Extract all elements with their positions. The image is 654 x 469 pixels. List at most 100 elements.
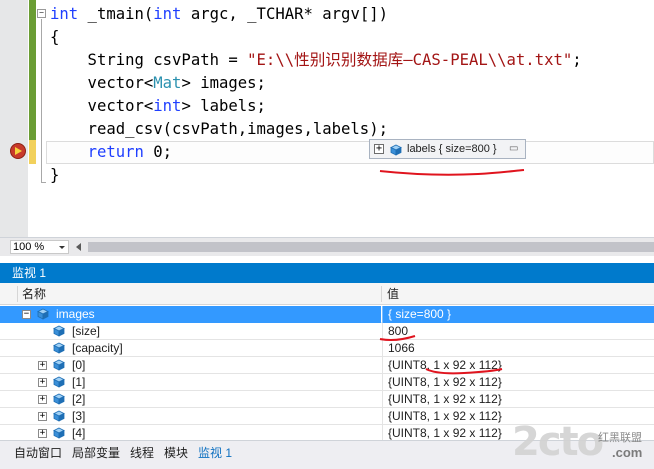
- watch-name-cell[interactable]: [size]: [0, 323, 381, 340]
- watch-name-cell[interactable]: + [2]: [0, 391, 381, 408]
- site-watermark: 2cto 红黑联盟 .com: [512, 419, 654, 469]
- editor-status-row: 100 %: [0, 237, 654, 256]
- watch-row[interactable]: [size] 800: [0, 323, 654, 340]
- pin-icon[interactable]: ▭: [509, 140, 518, 158]
- column-separator[interactable]: [381, 286, 382, 302]
- watch-row[interactable]: + [0] {UINT8, 1 x 92 x 112}: [0, 357, 654, 374]
- watch-column-headers: 名称 值: [0, 283, 654, 305]
- variable-cube-icon: [53, 427, 65, 440]
- watermark-com: .com: [612, 445, 643, 460]
- code-token: String csvPath =: [50, 51, 248, 69]
- code-line-ret[interactable]: return 0;: [50, 141, 173, 164]
- breakpoint-gutter[interactable]: [0, 0, 28, 237]
- watch-value-cell[interactable]: 800: [382, 323, 654, 340]
- expand-plus-icon[interactable]: +: [38, 378, 47, 387]
- horizontal-scrollbar[interactable]: [74, 240, 654, 254]
- expand-plus-icon[interactable]: +: [38, 361, 47, 370]
- code-token: int: [50, 5, 79, 23]
- outline-guide-end: [41, 182, 46, 183]
- watch-row[interactable]: [capacity] 1066: [0, 340, 654, 357]
- code-token: }: [50, 166, 60, 184]
- datatip[interactable]: + labels { size=800 } ▭: [369, 139, 526, 159]
- visual-studio-debug-window: − int _tmain(int argc, _TCHAR* argv[]) { …: [0, 0, 654, 469]
- watermark-sub: 红黑联盟: [598, 432, 642, 444]
- scrollbar-thumb[interactable]: [88, 242, 654, 252]
- code-token: return: [87, 143, 144, 161]
- code-token: 0;: [143, 143, 173, 161]
- red-annotation-underline: [379, 169, 525, 176]
- collapse-toggle[interactable]: −: [37, 9, 46, 18]
- tab-0[interactable]: 自动窗口: [12, 444, 64, 462]
- watch-value-cell[interactable]: {UINT8, 1 x 92 x 112}: [382, 391, 654, 408]
- watch-name-cell[interactable]: [capacity]: [0, 340, 381, 357]
- watch-value-cell[interactable]: { size=800 }: [382, 306, 654, 323]
- red-annotation-size: [379, 335, 416, 341]
- datatip-expand-button[interactable]: +: [374, 144, 384, 154]
- watch-variable-name: [4]: [72, 426, 86, 440]
- watch-variable-name: [2]: [72, 392, 86, 406]
- code-line-open[interactable]: {: [50, 26, 59, 49]
- code-token: int: [153, 97, 182, 115]
- watch-panel-title[interactable]: 监视 1: [0, 263, 654, 283]
- tab-1[interactable]: 局部变量: [70, 444, 122, 462]
- zoom-value: 100 %: [13, 241, 45, 253]
- watch-name-cell[interactable]: + [0]: [0, 357, 381, 374]
- tab-2[interactable]: 线程: [128, 444, 156, 462]
- code-line-sig[interactable]: int _tmain(int argc, _TCHAR* argv[]): [50, 3, 388, 26]
- watch-variable-name: [0]: [72, 358, 86, 372]
- code-line-csv[interactable]: String csvPath = "E:\\性别识别数据库—CAS-PEAL\\…: [50, 49, 582, 72]
- watch-value-cell[interactable]: 1066: [382, 340, 654, 357]
- code-line-read[interactable]: read_csv(csvPath,images,labels);: [50, 118, 388, 141]
- watch-variable-name: [1]: [72, 375, 86, 389]
- expand-plus-icon[interactable]: +: [38, 429, 47, 438]
- outline-guide: [41, 19, 42, 183]
- watch-variable-name: images: [56, 307, 95, 321]
- watch-value-cell[interactable]: {UINT8, 1 x 92 x 112}: [382, 374, 654, 391]
- red-annotation-dimensions: [425, 368, 503, 375]
- watch-row[interactable]: + [2] {UINT8, 1 x 92 x 112}: [0, 391, 654, 408]
- code-token: int: [153, 5, 182, 23]
- scroll-left-icon[interactable]: [76, 243, 81, 251]
- change-tracking-bar-unsaved: [29, 140, 36, 164]
- watch-value-cell[interactable]: {UINT8, 1 x 92 x 112}: [382, 357, 654, 374]
- watch-row[interactable]: − images { size=800 }: [0, 306, 654, 323]
- zoom-dropdown[interactable]: 100 %: [10, 240, 69, 254]
- datatip-text: labels { size=800 }: [407, 143, 497, 155]
- code-token: _tmain(: [78, 5, 154, 23]
- tab-3[interactable]: 模块: [162, 444, 190, 462]
- watch-row[interactable]: + [1] {UINT8, 1 x 92 x 112}: [0, 374, 654, 391]
- expand-plus-icon[interactable]: +: [38, 395, 47, 404]
- collapse-minus-icon[interactable]: −: [22, 310, 31, 319]
- column-separator: [17, 286, 18, 302]
- code-token: vector<: [50, 74, 154, 92]
- code-line-labels[interactable]: vector<int> labels;: [50, 95, 266, 118]
- change-tracking-bar: [29, 0, 36, 140]
- code-token: > images;: [181, 74, 266, 92]
- watch-variable-name: [3]: [72, 409, 86, 423]
- watch-variable-name: [capacity]: [72, 341, 123, 355]
- code-token: Mat: [153, 74, 182, 92]
- column-header-name[interactable]: 名称: [22, 283, 46, 305]
- watch-name-cell[interactable]: − images: [0, 306, 381, 323]
- column-header-value[interactable]: 值: [387, 283, 399, 305]
- code-token: vector<: [50, 97, 154, 115]
- code-line-close[interactable]: }: [50, 164, 59, 187]
- watermark-main: 2cto: [512, 419, 604, 465]
- code-token: "E:\\性别识别数据库—CAS-PEAL\\at.txt": [247, 51, 573, 69]
- panel-gap: [0, 256, 654, 263]
- watch-name-cell[interactable]: + [4]: [0, 425, 381, 440]
- code-token: > labels;: [181, 97, 266, 115]
- code-token: ;: [572, 51, 582, 69]
- watch-name-cell[interactable]: + [3]: [0, 408, 381, 425]
- code-editor[interactable]: − int _tmain(int argc, _TCHAR* argv[]){ …: [0, 0, 654, 237]
- expand-plus-icon[interactable]: +: [38, 412, 47, 421]
- current-statement-arrow-icon: [10, 143, 26, 159]
- code-token: {: [50, 28, 60, 46]
- tab-4[interactable]: 监视 1: [196, 444, 234, 462]
- watch-variable-name: [size]: [72, 324, 101, 338]
- code-line-images[interactable]: vector<Mat> images;: [50, 72, 266, 95]
- watch-name-cell[interactable]: + [1]: [0, 374, 381, 391]
- chevron-down-icon[interactable]: [59, 246, 65, 249]
- code-token: argc, _TCHAR* argv[]): [181, 5, 388, 23]
